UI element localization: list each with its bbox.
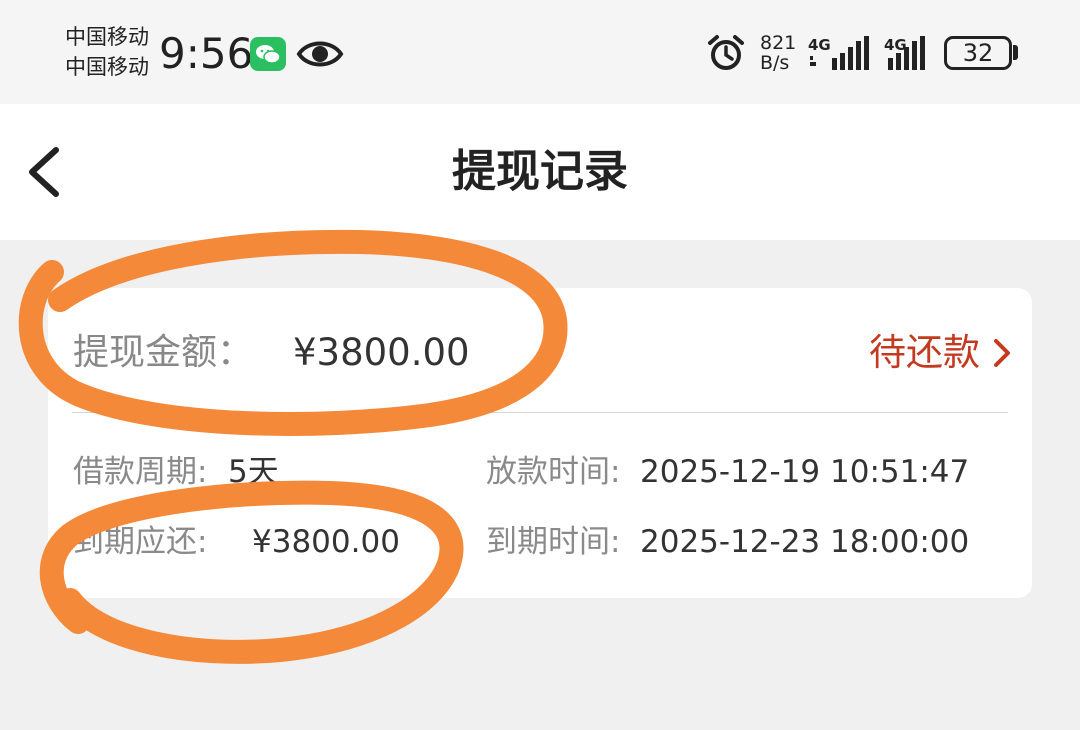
wechat-icon <box>250 37 286 71</box>
net-speed-value: 821 <box>760 32 797 54</box>
loan-period-label: 借款周期: <box>73 454 208 490</box>
carrier-info: 中国移动 中国移动 <box>65 22 149 82</box>
back-button[interactable] <box>20 142 70 202</box>
status-badge: 待还款 <box>869 331 980 374</box>
signal-1-label: 4G <box>808 36 831 54</box>
release-time-value: 2025-12-19 10:51:47 <box>640 454 970 490</box>
amount-value: ¥3800.00 <box>293 331 470 374</box>
eye-icon <box>296 36 344 76</box>
net-speed: 821 B/s <box>760 33 796 73</box>
chevron-right-icon <box>994 339 1010 367</box>
battery-level: 32 <box>962 39 994 67</box>
divider <box>72 412 1008 413</box>
battery-tip <box>1013 45 1018 60</box>
due-time-value: 2025-12-23 18:00:00 <box>640 524 970 560</box>
amount-label: 提现金额： <box>73 332 254 373</box>
due-amount-value: ¥3800.00 <box>252 524 400 560</box>
alarm-icon <box>706 33 746 77</box>
battery-icon: 32 <box>944 36 1012 70</box>
page-header: 提现记录 <box>0 104 1080 240</box>
due-time-label: 到期时间: <box>486 524 621 560</box>
net-speed-unit: B/s <box>760 52 790 74</box>
signal-icon: 4G <box>884 36 936 76</box>
carrier-1: 中国移动 <box>65 25 149 49</box>
status-time: 9:56 <box>159 29 254 78</box>
loan-period-value: 5天 <box>228 454 279 490</box>
signal-2-label: 4G <box>884 36 907 54</box>
due-amount-label: 到期应还: <box>73 524 208 560</box>
carrier-2: 中国移动 <box>65 55 149 79</box>
status-bar: 中国移动 中国移动 9:56 821 B/s 4G 4G 32 <box>0 0 1080 104</box>
release-time-label: 放款时间: <box>486 454 621 490</box>
signal-icon: 4G <box>808 36 870 76</box>
chevron-left-icon <box>29 147 59 197</box>
status-link[interactable]: 待还款 <box>869 326 1012 380</box>
withdrawal-record-card[interactable]: 提现金额： ¥3800.00 待还款 借款周期: 5天 放款时间: 2025-1… <box>48 288 1032 598</box>
page-title: 提现记录 <box>452 146 628 197</box>
